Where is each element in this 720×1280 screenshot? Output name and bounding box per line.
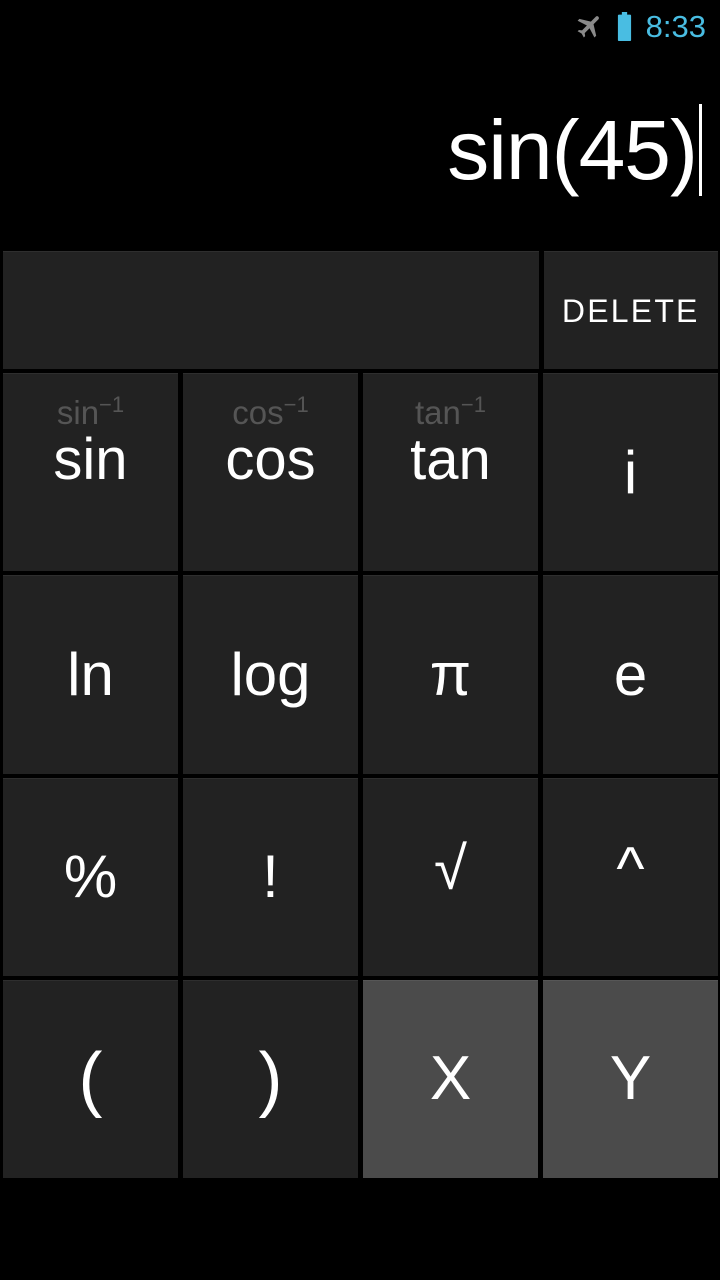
variable-x-key[interactable]: X [363,979,538,1178]
delete-key-label: DELETE [561,292,700,329]
calculator-display[interactable]: sin(45) [0,52,720,248]
status-bar-clock: 8:33 [645,8,706,44]
imaginary-key-label: i [623,438,638,506]
variable-y-key[interactable]: Y [543,979,718,1178]
open-paren-key[interactable]: ( [3,979,178,1178]
cos-key[interactable]: cos−1 cos [183,373,358,572]
battery-icon [616,11,633,41]
variable-y-key-label: Y [609,1044,652,1114]
pi-key[interactable]: π [363,575,538,774]
euler-key-label: e [613,640,648,708]
keypad-row-logs: ln log π e [3,575,718,774]
display-text-caret [699,104,702,196]
ln-key-label: ln [67,640,114,708]
log-key[interactable]: log [183,575,358,774]
tan-key-label: tan [410,427,491,492]
factorial-key[interactable]: ! [183,777,358,976]
close-paren-key-label: ) [258,1039,283,1120]
cos-inverse-label: cos−1 [232,392,309,431]
delete-key[interactable]: DELETE [543,251,718,369]
log-key-label: log [230,640,311,708]
percent-key[interactable]: % [3,777,178,976]
open-paren-key-label: ( [78,1039,103,1120]
imaginary-key[interactable]: i [543,373,718,572]
pi-key-label: π [429,640,472,708]
keypad-row-operators: % ! √ ^ [3,777,718,976]
percent-key-label: % [63,843,118,911]
airplane-mode-icon [575,11,605,41]
calculator-keypad: DELETE sin−1 sin cos−1 cos tan−1 tan i l… [0,248,720,1178]
blank-key[interactable] [3,251,539,369]
keypad-row-delete: DELETE [3,251,718,369]
sin-key[interactable]: sin−1 sin [3,373,178,572]
ln-key[interactable]: ln [3,575,178,774]
cos-key-label: cos [225,427,316,492]
status-bar-right-group: 8:33 [575,11,706,42]
sin-key-label: sin [53,427,128,492]
sin-inverse-label: sin−1 [56,392,125,431]
keypad-row-parens-vars: ( ) X Y [3,979,718,1178]
bottom-empty-area [0,1178,720,1280]
status-bar: 8:33 [0,0,720,52]
calculator-app: 8:33 sin(45) DELETE sin−1 sin cos−1 cos [0,0,720,1280]
power-key-label: ^ [616,835,645,903]
factorial-key-label: ! [262,843,279,911]
close-paren-key[interactable]: ) [183,979,358,1178]
sqrt-key-label: √ [434,835,467,903]
variable-x-key-label: X [429,1044,472,1114]
display-expression: sin(45) [447,103,698,197]
power-key[interactable]: ^ [543,777,718,976]
sqrt-key[interactable]: √ [363,777,538,976]
tan-key[interactable]: tan−1 tan [363,373,538,572]
keypad-row-trig: sin−1 sin cos−1 cos tan−1 tan i [3,373,718,572]
euler-key[interactable]: e [543,575,718,774]
tan-inverse-label: tan−1 [415,392,486,431]
